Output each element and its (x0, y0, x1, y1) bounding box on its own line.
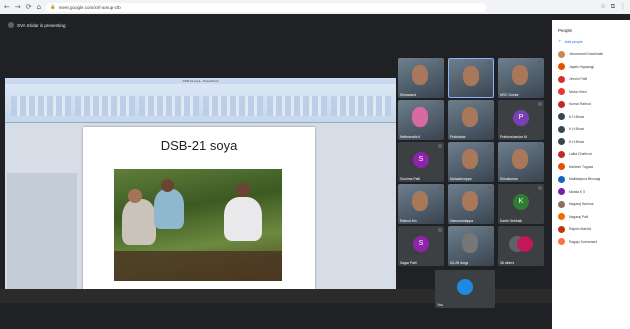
mic-off-icon (488, 102, 492, 106)
participant-row[interactable]: Jayalx Hipparagi (552, 61, 630, 74)
avatar: P (513, 110, 529, 126)
mic-off-icon (488, 186, 492, 190)
shared-screen: DSB-21 soya - PowerPoint DSB-21 soya (5, 78, 396, 303)
participant-row[interactable]: Manila K S (552, 186, 630, 199)
mic-off-icon (538, 186, 542, 190)
participant-tile[interactable]: Nethravathi A (398, 100, 444, 140)
participant-row[interactable]: Rajesh Mahilot (552, 223, 630, 236)
slide-thumbnails (7, 173, 77, 293)
avatar (558, 50, 565, 58)
window-title: DSB-21 soya - PowerPoint (5, 78, 396, 84)
mic-off-icon (538, 144, 542, 148)
participant-tile[interactable]: Rathod Mn (398, 184, 444, 224)
presenting-text: SVA Sridar is presenting (17, 22, 66, 28)
participant-row[interactable]: Kumar Rathod (552, 98, 630, 111)
participant-tile[interactable] (448, 58, 494, 98)
people-panel: People ＋ Add people Jeevanand Kowdimath J… (552, 20, 630, 329)
browser-toolbar: ← → ⟳ ⌂ 🔒 meet.google.com/xnf-amup-ctb ☆… (0, 0, 630, 14)
participant-row[interactable]: K.H.Bhusi (552, 123, 630, 136)
add-person-icon: ＋ (558, 39, 562, 43)
mic-off-icon (488, 228, 492, 232)
participant-tile[interactable]: Prabhakar (448, 100, 494, 140)
avatar (558, 188, 565, 196)
avatar (558, 200, 565, 208)
star-icon[interactable]: ☆ (600, 3, 605, 11)
participant-tile[interactable]: KA 28 drugs (448, 226, 494, 266)
address-bar[interactable]: 🔒 meet.google.com/xnf-amup-ctb (46, 2, 487, 12)
mic-off-icon (538, 60, 542, 64)
mic-off-icon (438, 186, 442, 190)
participant-tile[interactable]: S Sagar Patil (398, 226, 444, 266)
participant-row[interactable]: Jeevini Patil (552, 73, 630, 86)
avatar (558, 100, 565, 108)
self-view-tile[interactable]: You (435, 270, 495, 308)
avatar (558, 88, 565, 96)
slide-title: DSB-21 soya (160, 138, 238, 153)
participant-row[interactable]: Nagaraj Hanima (552, 198, 630, 211)
ribbon-tools (11, 92, 391, 120)
participant-row[interactable]: Nagaraj Patil (552, 211, 630, 224)
participant-row[interactable]: K.H.Bhusi (552, 111, 630, 124)
participant-tile[interactable]: P Prabhushankar M (498, 100, 544, 140)
mic-off-icon (438, 102, 442, 106)
extensions-icon[interactable]: ⧉ (611, 3, 615, 11)
avatar: S (413, 236, 429, 252)
participant-tile[interactable]: Shivanand (398, 58, 444, 98)
participant-row[interactable]: Mallikarjuna Bhusagi (552, 173, 630, 186)
mic-off-icon (538, 102, 542, 106)
mic-off-icon (487, 61, 491, 65)
participant-row[interactable]: Jeevanand Kowdimath (552, 48, 630, 61)
avatar: S (413, 152, 429, 168)
participant-tile[interactable]: Mahadevappa (448, 142, 494, 182)
participant-row[interactable]: Ragaju Subramani (552, 236, 630, 249)
avatar (558, 63, 565, 71)
avatar (558, 238, 565, 246)
taskbar (0, 289, 630, 303)
back-icon[interactable]: ← (4, 3, 10, 11)
avatar (558, 213, 565, 221)
avatar (558, 163, 565, 171)
mic-off-icon (438, 228, 442, 232)
meet-window: SVA Sridar is presenting DSB-21 soya - P… (0, 14, 630, 329)
participant-tile[interactable]: Hanumantappa (448, 184, 494, 224)
mic-off-icon (488, 144, 492, 148)
presenter-avatar (8, 22, 14, 28)
slide: DSB-21 soya (83, 127, 315, 295)
avatar (558, 138, 565, 146)
people-title: People (558, 28, 573, 33)
avatar (558, 175, 565, 183)
powerpoint-ribbon: DSB-21 soya - PowerPoint (5, 78, 396, 123)
avatar (457, 279, 473, 295)
participant-tile[interactable]: K Kartik Hebbalk (498, 184, 544, 224)
participant-row[interactable]: K.H.Bhusi (552, 136, 630, 149)
participant-row[interactable]: Nisha Hiren (552, 86, 630, 99)
participant-tile[interactable]: S Sushma Patil (398, 142, 444, 182)
url-text: meet.google.com/xnf-amup-ctb (58, 4, 121, 10)
presenting-banner: SVA Sridar is presenting (8, 22, 65, 28)
avatar (558, 125, 565, 133)
home-icon[interactable]: ⌂ (37, 3, 41, 11)
avatar (558, 225, 565, 233)
participant-row[interactable]: Lalita Chaftrval (552, 148, 630, 161)
participant-tile[interactable]: Shivakumar (498, 142, 544, 182)
avatar (517, 236, 533, 252)
avatar (558, 150, 565, 158)
field-photo (114, 169, 282, 281)
mic-off-icon (438, 60, 442, 64)
avatar (558, 75, 565, 83)
mic-off-icon (438, 144, 442, 148)
others-tile[interactable]: 38 others (498, 226, 544, 266)
reload-icon[interactable]: ⟳ (26, 3, 32, 11)
menu-icon[interactable]: ⋮ (620, 3, 626, 11)
add-people-button[interactable]: ＋ Add people (552, 37, 630, 48)
avatar: K (513, 194, 529, 210)
forward-icon[interactable]: → (15, 3, 21, 11)
participant-row[interactable]: Mahesh Tuppad (552, 161, 630, 174)
lock-icon: 🔒 (50, 4, 56, 9)
slide-area: DSB-21 soya (5, 123, 396, 303)
avatar (558, 113, 565, 121)
participant-tile[interactable]: NRC Guntur (498, 58, 544, 98)
